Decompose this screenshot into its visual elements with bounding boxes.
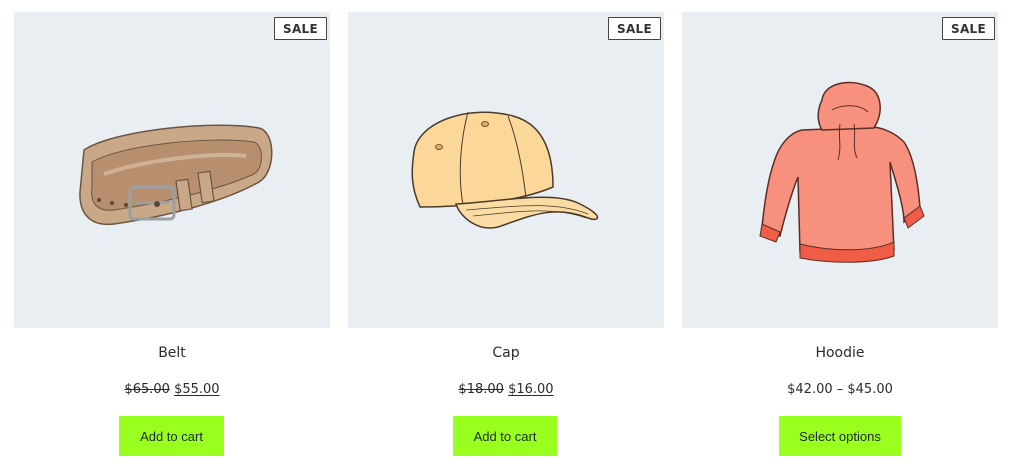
product-image-link-hoodie[interactable]: SALE bbox=[682, 12, 998, 328]
product-card-cap: SALE Cap $18.00 $16.00 Add to cart bbox=[348, 12, 664, 462]
product-grid: SALE Belt $65.00 $55.00 Add to cart SALE bbox=[0, 0, 1024, 469]
sale-badge: SALE bbox=[274, 17, 327, 40]
cap-image bbox=[411, 111, 599, 229]
add-to-cart-button[interactable]: Add to cart bbox=[453, 416, 557, 456]
product-image-link-cap[interactable]: SALE bbox=[348, 12, 664, 328]
product-title[interactable]: Belt bbox=[14, 345, 330, 361]
add-to-cart-button[interactable]: Add to cart bbox=[119, 416, 224, 456]
belt-image bbox=[79, 124, 273, 226]
sale-badge: SALE bbox=[942, 17, 995, 40]
product-image-link-belt[interactable]: SALE bbox=[14, 12, 330, 328]
regular-price: $65.00 bbox=[124, 382, 170, 397]
product-title[interactable]: Cap bbox=[348, 345, 664, 361]
product-card-belt: SALE Belt $65.00 $55.00 Add to cart bbox=[14, 12, 330, 462]
sale-price: $16.00 bbox=[508, 382, 554, 397]
sale-price: $55.00 bbox=[174, 382, 220, 397]
product-card-hoodie: SALE Hoodie $42.00 – $45.00 Select optio… bbox=[682, 12, 998, 462]
product-price-range: $42.00 – $45.00 bbox=[787, 382, 893, 397]
product-price: $18.00 $16.00 bbox=[348, 382, 664, 397]
product-title[interactable]: Hoodie bbox=[682, 345, 998, 361]
regular-price: $18.00 bbox=[458, 382, 504, 397]
hoodie-image bbox=[759, 81, 925, 263]
sale-badge: SALE bbox=[608, 17, 661, 40]
product-price: $65.00 $55.00 bbox=[14, 382, 330, 397]
select-options-button[interactable]: Select options bbox=[779, 416, 901, 456]
